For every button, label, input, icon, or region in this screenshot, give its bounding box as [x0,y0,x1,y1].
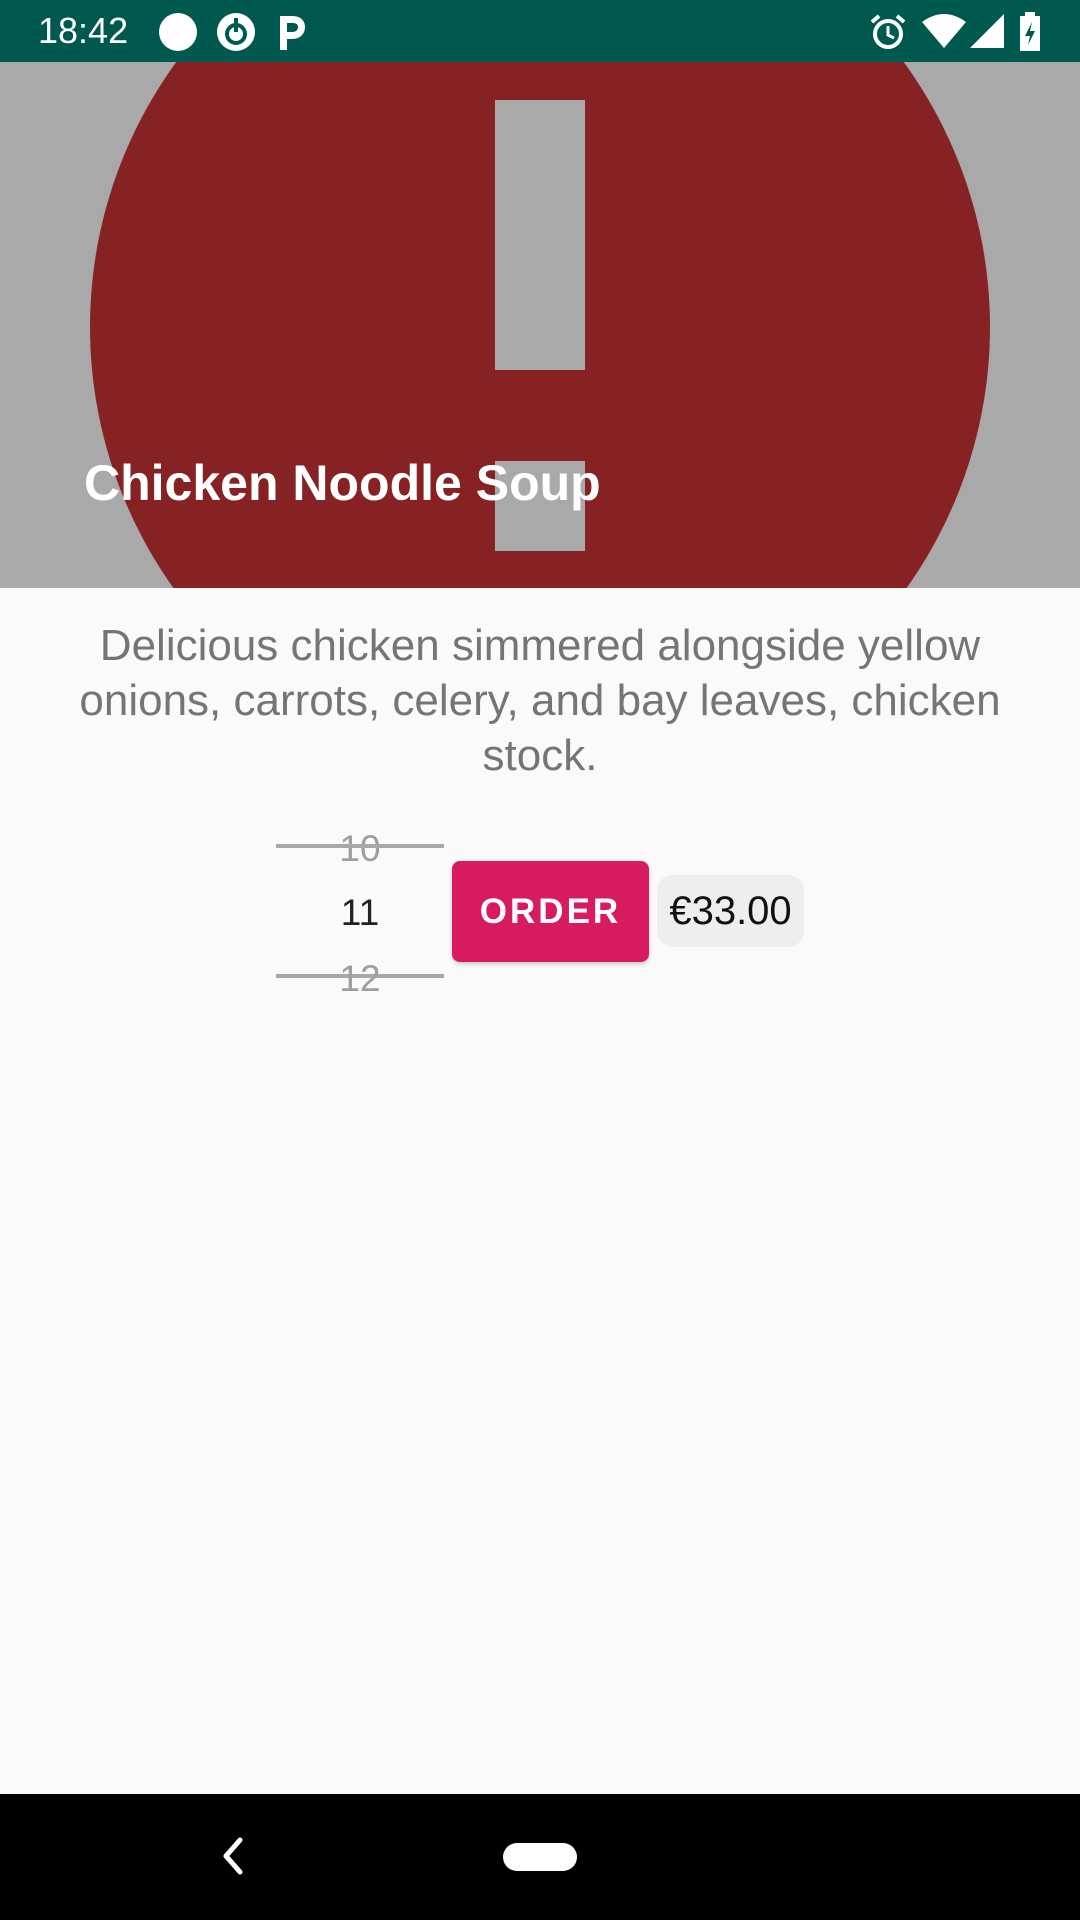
alarm-icon [870,14,906,49]
navigation-bar [0,1794,1080,1920]
cell-signal-icon [970,14,1004,48]
dish-title: Chicken Noodle Soup [84,455,601,511]
sync-icon [217,13,255,51]
quantity-picker[interactable]: 10 11 12 [276,820,444,1000]
picker-divider-top [276,844,444,848]
home-pill-icon[interactable] [502,1842,578,1872]
back-icon[interactable] [218,1834,248,1878]
picker-next-value[interactable]: 12 [276,958,444,1000]
hero-image: Chicken Noodle Soup [0,62,1080,588]
wifi-icon [922,14,966,48]
picker-previous-value[interactable]: 10 [276,828,444,870]
price-label: €33.00 [657,875,804,947]
status-bar: 18:42 [0,0,1080,62]
order-button[interactable]: ORDER [452,861,649,962]
circle-notification-icon [159,13,197,51]
picker-current-value[interactable]: 11 [276,892,444,934]
battery-icon [1020,12,1040,51]
dish-description: Delicious chicken simmered alongside yel… [79,621,1001,780]
status-time: 18:42 [38,10,129,51]
parking-icon [280,16,305,50]
